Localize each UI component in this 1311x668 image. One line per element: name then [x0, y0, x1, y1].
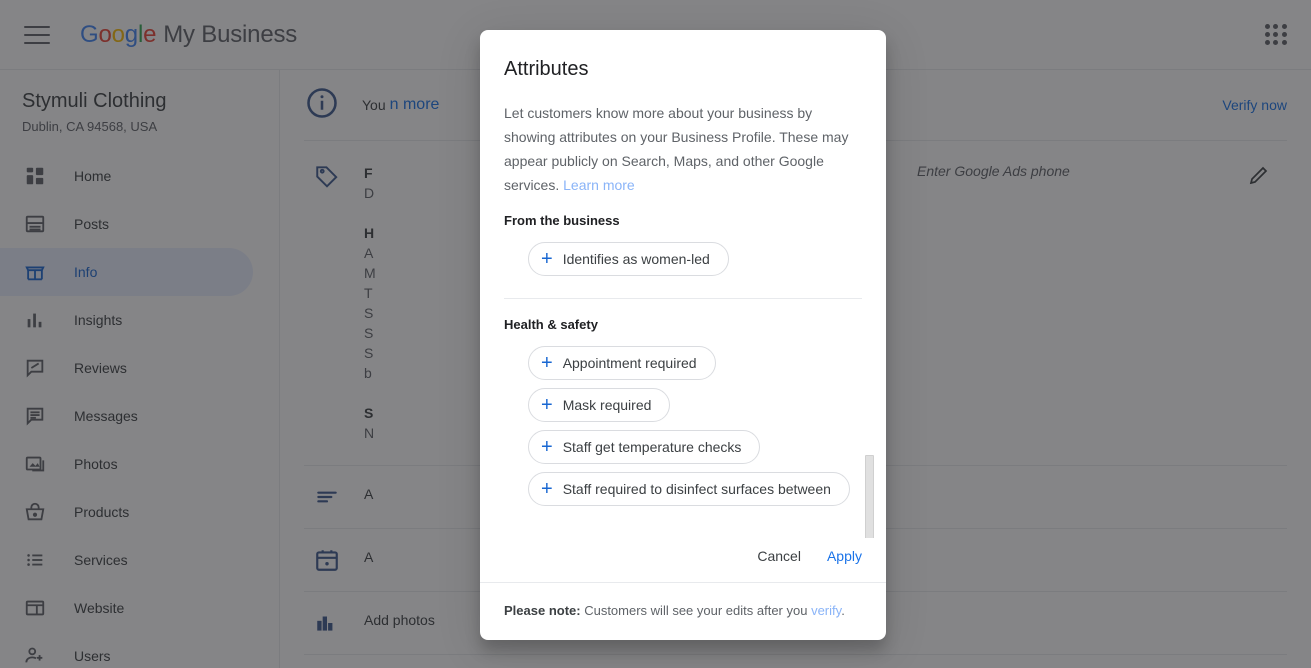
attribute-chip[interactable]: + Appointment required	[528, 346, 716, 380]
section-title: From the business	[504, 213, 620, 228]
attributes-dialog: Attributes Let customers know more about…	[480, 30, 886, 640]
attribute-chip-label: Staff required to disinfect surfaces bet…	[562, 481, 831, 497]
learn-more-link[interactable]: Learn more	[563, 177, 635, 193]
attribute-chip-label: Mask required	[562, 397, 652, 413]
attributes-scroll-area[interactable]: From the business + Identifies as women-…	[480, 199, 886, 538]
section-divider	[504, 298, 862, 299]
apply-button[interactable]: Apply	[827, 548, 862, 564]
scrollbar-thumb[interactable]	[865, 455, 874, 538]
note-prefix: Please note:	[504, 603, 581, 618]
plus-icon: +	[541, 436, 553, 458]
section-health-and-safety: Health & safety + Appointment required +…	[504, 317, 862, 514]
section-from-the-business: From the business + Identifies as women-…	[504, 213, 862, 284]
attribute-chip-label: Identifies as women-led	[562, 251, 710, 267]
plus-icon: +	[541, 352, 553, 374]
attribute-chip[interactable]: + Staff required to disinfect surfaces b…	[528, 472, 850, 506]
dialog-title: Attributes	[504, 58, 589, 80]
attribute-chip[interactable]: + Identifies as women-led	[528, 242, 729, 276]
note-suffix: .	[841, 603, 845, 618]
note-text: Customers will see your edits after you	[580, 603, 812, 618]
section-title: Health & safety	[504, 317, 598, 332]
verify-link[interactable]: verify	[811, 603, 841, 618]
app-root: GoogleMy Business Stymuli Clothing Dubli…	[0, 0, 1311, 668]
attribute-chip[interactable]: + Staff get temperature checks	[528, 430, 761, 464]
vertical-scrollbar[interactable]	[865, 245, 880, 538]
attribute-chip-label: Appointment required	[562, 355, 697, 371]
dialog-description-text: Let customers know more about your busin…	[504, 105, 849, 193]
plus-icon: +	[541, 394, 553, 416]
dialog-description: Let customers know more about your busin…	[480, 81, 886, 197]
plus-icon: +	[541, 478, 553, 500]
cancel-button[interactable]: Cancel	[757, 548, 801, 564]
attribute-chip[interactable]: + Mask required	[528, 388, 671, 422]
dialog-note: Please note: Customers will see your edi…	[480, 582, 886, 640]
chip-group: + Identifies as women-led	[504, 242, 862, 284]
dialog-actions: Cancel Apply	[480, 538, 886, 582]
plus-icon: +	[541, 248, 553, 270]
chip-group: + Appointment required + Mask required +…	[504, 346, 862, 514]
attribute-chip-label: Staff get temperature checks	[562, 439, 742, 455]
